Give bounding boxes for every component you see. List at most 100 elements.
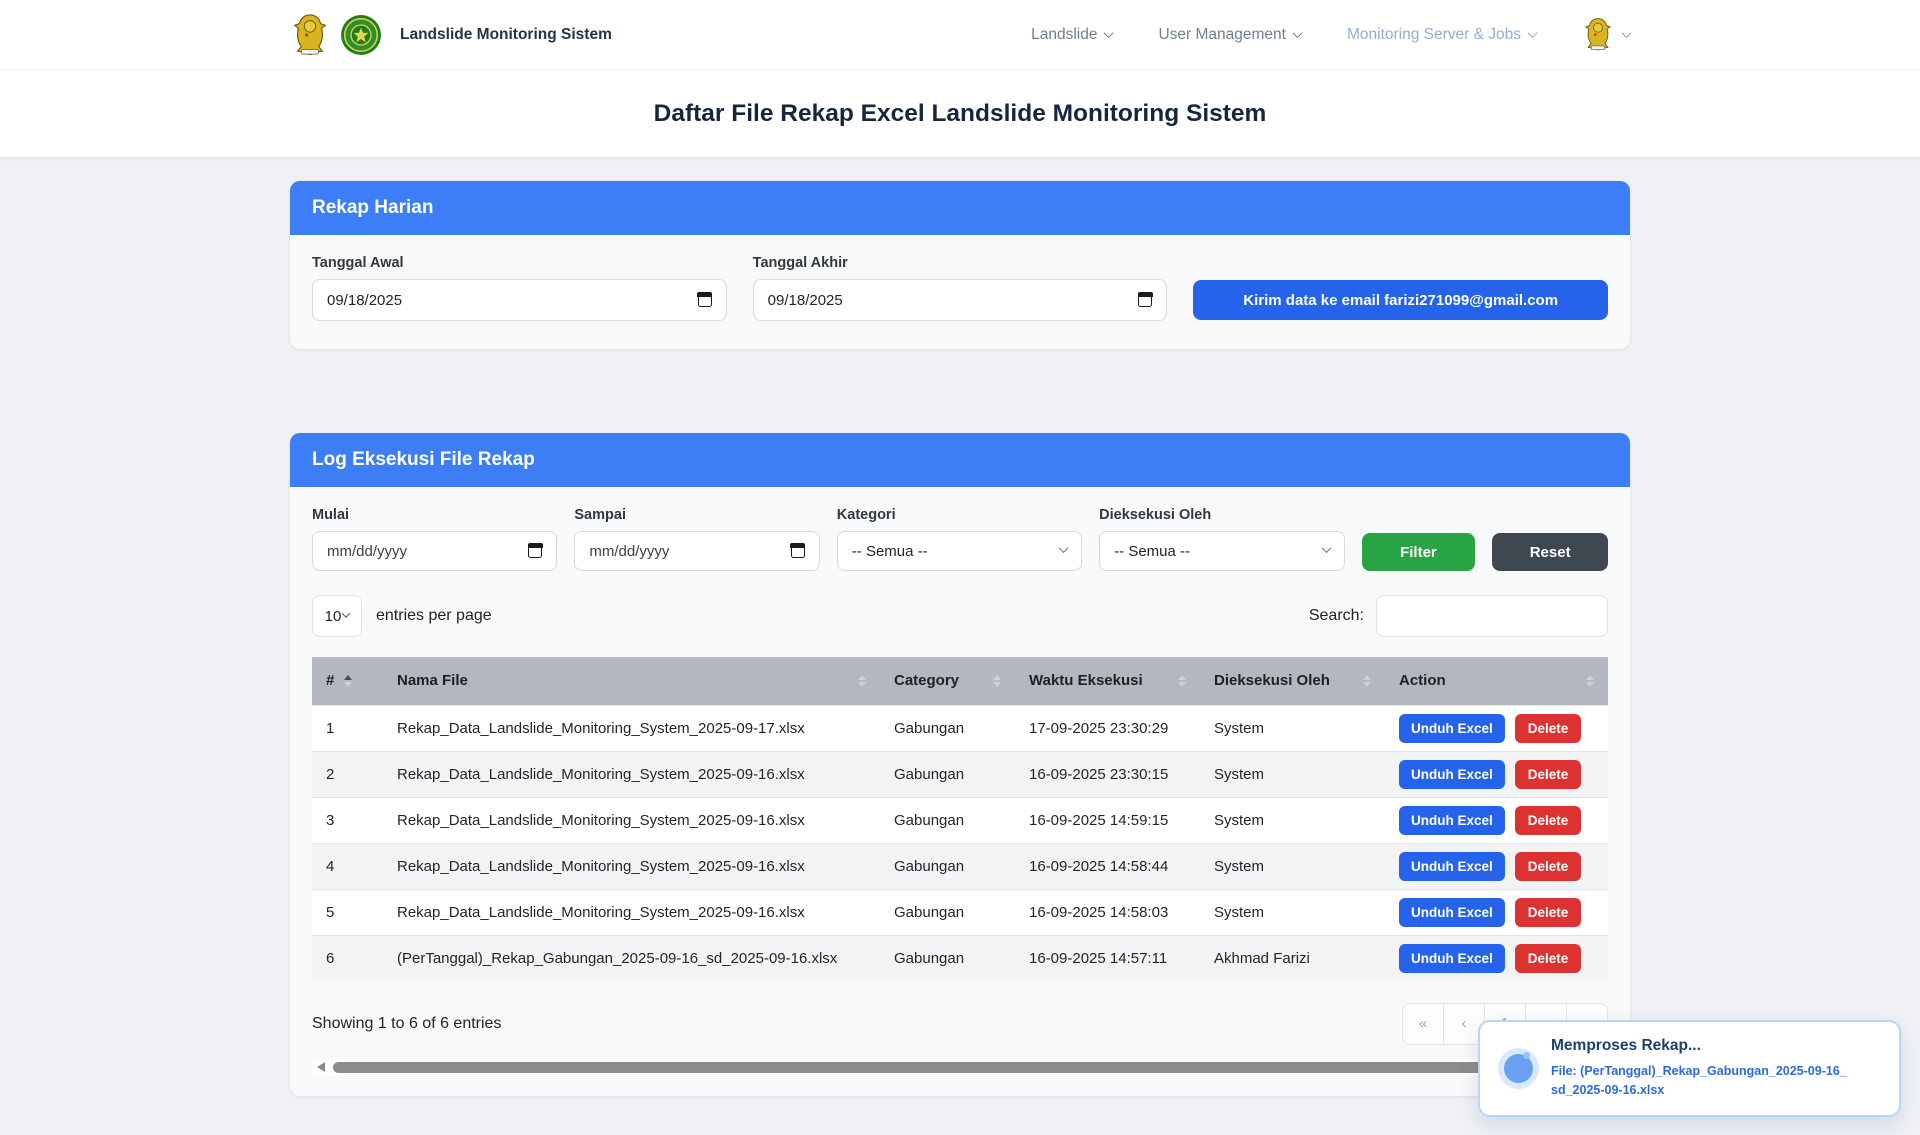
header-nama-file[interactable]: Nama File xyxy=(383,657,880,705)
chevron-down-icon xyxy=(1293,28,1303,38)
unduh-excel-button[interactable]: Unduh Excel xyxy=(1399,852,1505,881)
unduh-excel-button[interactable]: Unduh Excel xyxy=(1399,714,1505,743)
cell-file: (PerTanggal)_Rekap_Gabungan_2025-09-16_s… xyxy=(383,935,880,981)
sampai-label: Sampai xyxy=(574,507,819,523)
nav-item-label: Landslide xyxy=(1031,26,1097,44)
header-label: Action xyxy=(1399,672,1446,689)
sort-icon[interactable] xyxy=(344,675,352,687)
nav-item-label: User Management xyxy=(1158,26,1286,44)
header-label: Waktu Eksekusi xyxy=(1029,672,1143,689)
cell-waktu: 16-09-2025 23:30:15 xyxy=(1015,751,1200,797)
tanggal-awal-value: 09/18/2025 xyxy=(327,292,402,309)
cell-waktu: 16-09-2025 14:58:03 xyxy=(1015,889,1200,935)
table-row: 6 (PerTanggal)_Rekap_Gabungan_2025-09-16… xyxy=(312,935,1608,981)
sort-icon[interactable] xyxy=(1586,675,1594,687)
entries-per-page-value: 10 xyxy=(325,608,342,625)
pagination-first-button[interactable]: « xyxy=(1402,1003,1444,1045)
cell-oleh: System xyxy=(1200,751,1385,797)
scrollbar-thumb[interactable] xyxy=(333,1062,1483,1073)
cell-oleh: System xyxy=(1200,843,1385,889)
header-label: Nama File xyxy=(397,672,468,689)
page-title: Daftar File Rekap Excel Landslide Monito… xyxy=(654,100,1267,128)
entries-per-page-select[interactable]: 10 xyxy=(312,595,362,637)
sort-icon[interactable] xyxy=(858,675,866,687)
cell-category: Gabungan xyxy=(880,751,1015,797)
delete-button[interactable]: Delete xyxy=(1515,760,1582,789)
cell-file: Rekap_Data_Landslide_Monitoring_System_2… xyxy=(383,705,880,751)
cell-file: Rekap_Data_Landslide_Monitoring_System_2… xyxy=(383,843,880,889)
sort-icon[interactable] xyxy=(1363,675,1371,687)
delete-button[interactable]: Delete xyxy=(1515,852,1582,881)
reset-button[interactable]: Reset xyxy=(1492,533,1608,571)
cell-waktu: 17-09-2025 23:30:29 xyxy=(1015,705,1200,751)
sort-icon[interactable] xyxy=(1178,675,1186,687)
kategori-select[interactable]: -- Semua -- xyxy=(837,531,1082,571)
horizontal-scrollbar[interactable] xyxy=(312,1059,1608,1076)
filter-button[interactable]: Filter xyxy=(1362,533,1476,571)
tanggal-akhir-value: 09/18/2025 xyxy=(768,292,843,309)
unduh-excel-button[interactable]: Unduh Excel xyxy=(1399,806,1505,835)
dieksekusi-oleh-select[interactable]: -- Semua -- xyxy=(1099,531,1344,571)
tanggal-awal-input[interactable]: 09/18/2025 xyxy=(312,279,727,321)
spinner-icon xyxy=(1504,1054,1533,1083)
chevron-down-icon xyxy=(1528,28,1538,38)
brand[interactable]: Landslide Monitoring Sistem xyxy=(290,13,612,57)
dieksekusi-oleh-label: Dieksekusi Oleh xyxy=(1099,507,1344,523)
nav-item-monitoring-server-jobs[interactable]: Monitoring Server & Jobs xyxy=(1347,26,1536,44)
toast-title: Memproses Rekap... xyxy=(1551,1037,1851,1055)
sampai-date-input[interactable]: mm/dd/yyyy xyxy=(574,531,819,571)
calendar-icon[interactable] xyxy=(528,544,542,558)
header-dieksekusi-oleh[interactable]: Dieksekusi Oleh xyxy=(1200,657,1385,705)
nav-item-user-management[interactable]: User Management xyxy=(1158,26,1301,44)
tanggal-awal-label: Tanggal Awal xyxy=(312,255,727,271)
header-label: Category xyxy=(894,672,959,689)
dieksekusi-oleh-value: -- Semua -- xyxy=(1114,543,1190,560)
cell-category: Gabungan xyxy=(880,889,1015,935)
user-menu[interactable] xyxy=(1582,17,1630,52)
log-eksekusi-header: Log Eksekusi File Rekap xyxy=(290,433,1630,487)
mulai-date-input[interactable]: mm/dd/yyyy xyxy=(312,531,557,571)
sort-icon[interactable] xyxy=(993,675,1001,687)
cell-waktu: 16-09-2025 14:59:15 xyxy=(1015,797,1200,843)
sampai-placeholder: mm/dd/yyyy xyxy=(589,543,669,560)
rekap-harian-header: Rekap Harian xyxy=(290,181,1630,235)
table-row: 1 Rekap_Data_Landslide_Monitoring_System… xyxy=(312,705,1608,751)
cell-category: Gabungan xyxy=(880,843,1015,889)
header-num[interactable]: # xyxy=(312,657,383,705)
unduh-excel-button[interactable]: Unduh Excel xyxy=(1399,760,1505,789)
tanggal-akhir-label: Tanggal Akhir xyxy=(753,255,1168,271)
delete-button[interactable]: Delete xyxy=(1515,806,1582,835)
delete-button[interactable]: Delete xyxy=(1515,714,1582,743)
nav-item-landslide[interactable]: Landslide xyxy=(1031,26,1112,44)
header-action[interactable]: Action xyxy=(1385,657,1608,705)
tanggal-akhir-input[interactable]: 09/18/2025 xyxy=(753,279,1168,321)
cell-file: Rekap_Data_Landslide_Monitoring_System_2… xyxy=(383,751,880,797)
unduh-excel-button[interactable]: Unduh Excel xyxy=(1399,898,1505,927)
chevron-down-icon xyxy=(1104,28,1114,38)
cell-waktu: 16-09-2025 14:57:11 xyxy=(1015,935,1200,981)
delete-button[interactable]: Delete xyxy=(1515,944,1582,973)
chevron-down-icon xyxy=(342,609,350,617)
calendar-icon[interactable] xyxy=(698,293,712,307)
table-row: 5 Rekap_Data_Landslide_Monitoring_System… xyxy=(312,889,1608,935)
calendar-icon[interactable] xyxy=(1138,293,1152,307)
scroll-left-arrow-icon[interactable] xyxy=(317,1062,325,1072)
calendar-icon[interactable] xyxy=(791,544,805,558)
kategori-label: Kategori xyxy=(837,507,1082,523)
header-label: Dieksekusi Oleh xyxy=(1214,672,1330,689)
table-row: 4 Rekap_Data_Landslide_Monitoring_System… xyxy=(312,843,1608,889)
header-category[interactable]: Category xyxy=(880,657,1015,705)
cell-file: Rekap_Data_Landslide_Monitoring_System_2… xyxy=(383,889,880,935)
unduh-excel-button[interactable]: Unduh Excel xyxy=(1399,944,1505,973)
search-label: Search: xyxy=(1309,607,1364,625)
search-input[interactable] xyxy=(1376,595,1608,637)
mulai-placeholder: mm/dd/yyyy xyxy=(327,543,407,560)
kategori-value: -- Semua -- xyxy=(852,543,928,560)
green-seal-logo xyxy=(340,14,382,56)
delete-button[interactable]: Delete xyxy=(1515,898,1582,927)
table-header-row: # Nama File Category Waktu Eksekusi Diek… xyxy=(312,657,1608,705)
send-email-button[interactable]: Kirim data ke email farizi271099@gmail.c… xyxy=(1193,280,1608,320)
header-waktu-eksekusi[interactable]: Waktu Eksekusi xyxy=(1015,657,1200,705)
chevron-down-icon xyxy=(1059,543,1069,553)
cell-category: Gabungan xyxy=(880,935,1015,981)
